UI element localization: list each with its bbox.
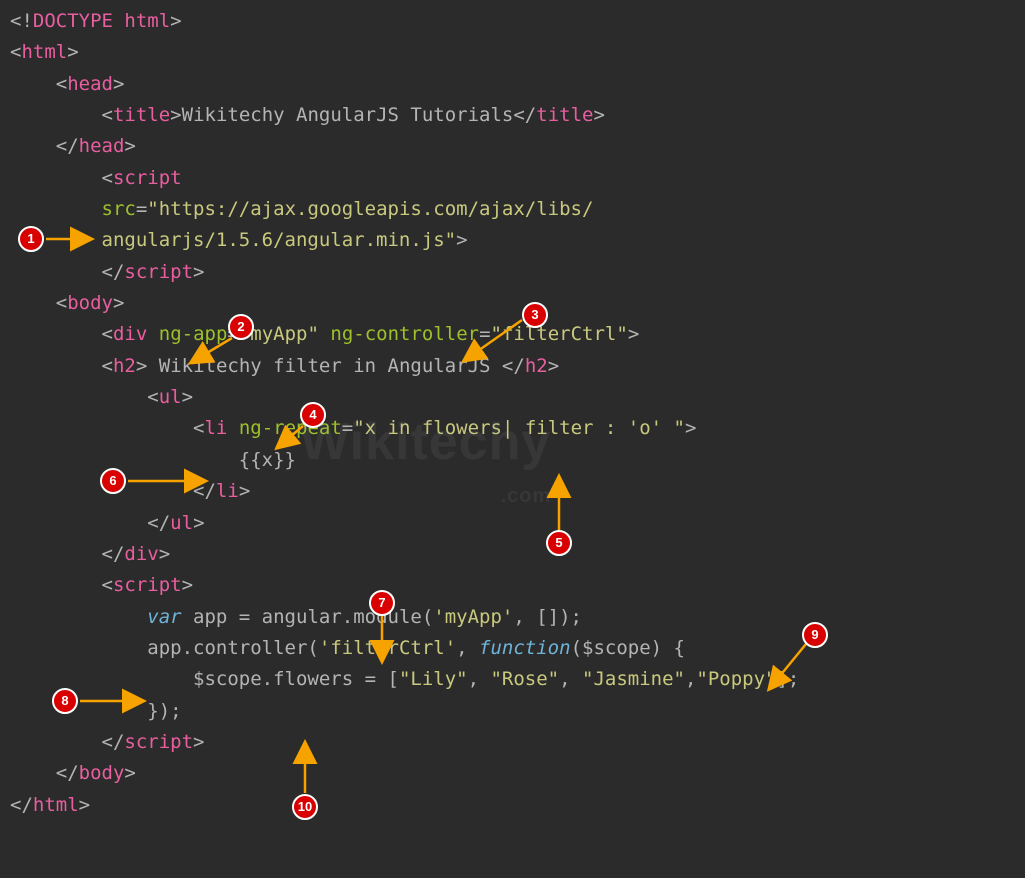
badge-4: 4 <box>300 402 326 428</box>
badge-1: 1 <box>18 226 44 252</box>
badge-9: 9 <box>802 622 828 648</box>
badge-6: 6 <box>100 468 126 494</box>
badge-3: 3 <box>522 302 548 328</box>
badge-8: 8 <box>52 688 78 714</box>
code-block: <!DOCTYPE html> <html> <head> <title>Wik… <box>10 6 1015 821</box>
badge-7: 7 <box>369 590 395 616</box>
badge-10: 10 <box>292 794 318 820</box>
badge-2: 2 <box>228 314 254 340</box>
badge-5: 5 <box>546 530 572 556</box>
